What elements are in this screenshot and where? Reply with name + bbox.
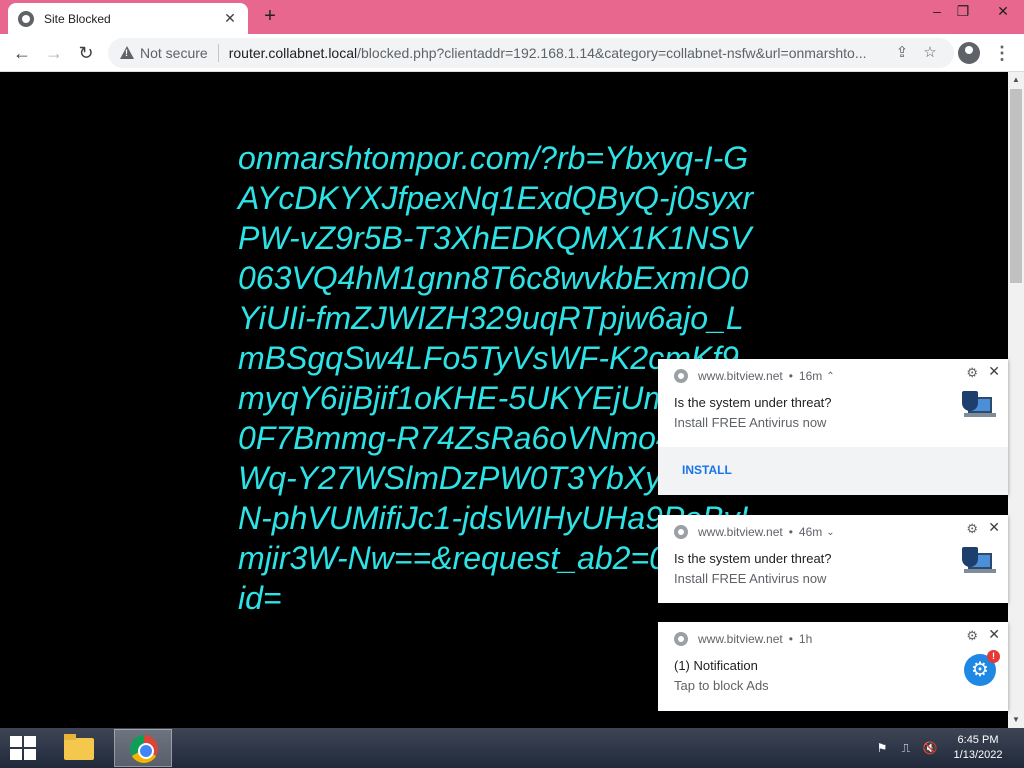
scroll-up-arrow-icon[interactable]: ▲ [1008, 72, 1024, 88]
notification-header: www.bitview.net • 1h [674, 632, 812, 646]
clock-date: 1/13/2022 [953, 749, 1003, 761]
notification-antivirus-1[interactable]: www.bitview.net • 16m ⌃ ⚙ ✕ Is the syste… [658, 359, 1008, 495]
antivirus-laptop-icon [962, 391, 996, 421]
url-host: router.collabnet.local [228, 45, 358, 61]
back-button[interactable]: ← [10, 41, 34, 65]
profile-icon[interactable] [958, 42, 980, 64]
tab-close-icon[interactable]: ✕ [222, 10, 238, 27]
chrome-icon [674, 632, 688, 646]
notification-site: www.bitview.net [698, 369, 783, 383]
omnibox-divider [217, 44, 219, 62]
notification-body: Install FREE Antivirus now [674, 415, 827, 430]
windows-start-icon[interactable] [10, 736, 38, 760]
notification-block-ads[interactable]: www.bitview.net • 1h ⚙ ✕ (1) Notificatio… [658, 622, 1008, 711]
separator-dot: • [788, 369, 793, 383]
new-tab-button[interactable]: + [258, 4, 282, 28]
tab-title: Site Blocked [44, 11, 111, 26]
page-scrollbar[interactable]: ▲ ▼ [1008, 72, 1024, 728]
menu-icon[interactable]: ⋮ [992, 42, 1012, 64]
chrome-icon [674, 525, 688, 539]
close-window-button[interactable]: ✕ [982, 0, 1024, 22]
gear-icon[interactable]: ⚙ [966, 365, 978, 381]
security-label[interactable]: Not secure [140, 45, 208, 61]
close-icon[interactable]: ✕ [988, 519, 1000, 536]
volume-muted-icon[interactable]: 🔇 [922, 740, 938, 756]
notification-title: Is the system under threat? [674, 551, 832, 566]
notification-title: Is the system under threat? [674, 395, 832, 410]
url-path: /blocked.php?clientaddr=192.168.1.14&cat… [357, 45, 867, 61]
browser-toolbar: ← → ↻ Not secure router.collabnet.local/… [0, 34, 1024, 72]
notification-body: Tap to block Ads [674, 678, 769, 693]
notification-body: Install FREE Antivirus now [674, 571, 827, 586]
antivirus-laptop-icon [962, 547, 996, 577]
action-center-flag-icon[interactable]: ⚑ [874, 740, 890, 756]
notification-site: www.bitview.net [698, 525, 783, 539]
chrome-logo-icon [130, 735, 158, 763]
chrome-icon [674, 369, 688, 383]
scroll-down-arrow-icon[interactable]: ▼ [1008, 712, 1024, 728]
globe-icon [18, 10, 34, 27]
notification-title: (1) Notification [674, 658, 758, 673]
taskbar-chrome-button[interactable] [114, 729, 172, 767]
windows-taskbar: ⚑ ⎍ 🔇 6:45 PM 1/13/2022 [0, 728, 1024, 768]
tab-site-blocked[interactable]: Site Blocked ✕ [8, 3, 248, 34]
close-icon[interactable]: ✕ [988, 626, 1000, 643]
separator-dot: • [788, 525, 793, 539]
notification-antivirus-2[interactable]: www.bitview.net • 46m ⌄ ⚙ ✕ Is the syste… [658, 515, 1008, 603]
url-text[interactable]: router.collabnet.local/blocked.php?clien… [229, 45, 942, 61]
notification-time: 1h [798, 632, 813, 646]
gear-icon[interactable]: ⚙ [966, 521, 978, 537]
restore-button[interactable]: ❐ [946, 0, 980, 22]
gear-glyph: ⚙ [971, 659, 989, 681]
notification-time: 16m [798, 369, 823, 383]
notification-time: 46m [798, 525, 823, 539]
forward-button[interactable]: → [42, 41, 66, 65]
close-icon[interactable]: ✕ [988, 363, 1000, 380]
scroll-thumb[interactable] [1010, 89, 1022, 283]
reload-button[interactable]: ↻ [74, 41, 98, 65]
gear-icon[interactable]: ⚙ [966, 628, 978, 644]
install-button[interactable]: INSTALL [682, 463, 732, 477]
star-icon[interactable]: ☆ [920, 43, 940, 63]
alert-badge: ! [987, 650, 1000, 663]
taskbar-clock[interactable]: 6:45 PM 1/13/2022 [946, 733, 1010, 763]
notification-header: www.bitview.net • 46m ⌄ [674, 525, 835, 539]
share-icon[interactable]: ⇪ [892, 43, 912, 63]
chevron-down-icon[interactable]: ⌄ [826, 527, 834, 538]
notification-site: www.bitview.net [698, 632, 783, 646]
address-bar[interactable]: Not secure router.collabnet.local/blocke… [108, 38, 954, 68]
network-icon[interactable]: ⎍ [898, 740, 914, 756]
separator-dot: • [788, 632, 793, 646]
notification-header: www.bitview.net • 16m ⌃ [674, 369, 835, 383]
warning-icon[interactable] [120, 46, 134, 60]
browser-titlebar: Site Blocked ✕ + – ❐ ✕ [0, 0, 1024, 34]
chevron-up-icon[interactable]: ⌃ [826, 371, 834, 382]
clock-time: 6:45 PM [957, 734, 999, 746]
settings-gear-icon: ⚙ ! [964, 650, 1000, 686]
notification-actions: INSTALL [658, 447, 1008, 495]
file-explorer-icon[interactable] [62, 734, 96, 762]
